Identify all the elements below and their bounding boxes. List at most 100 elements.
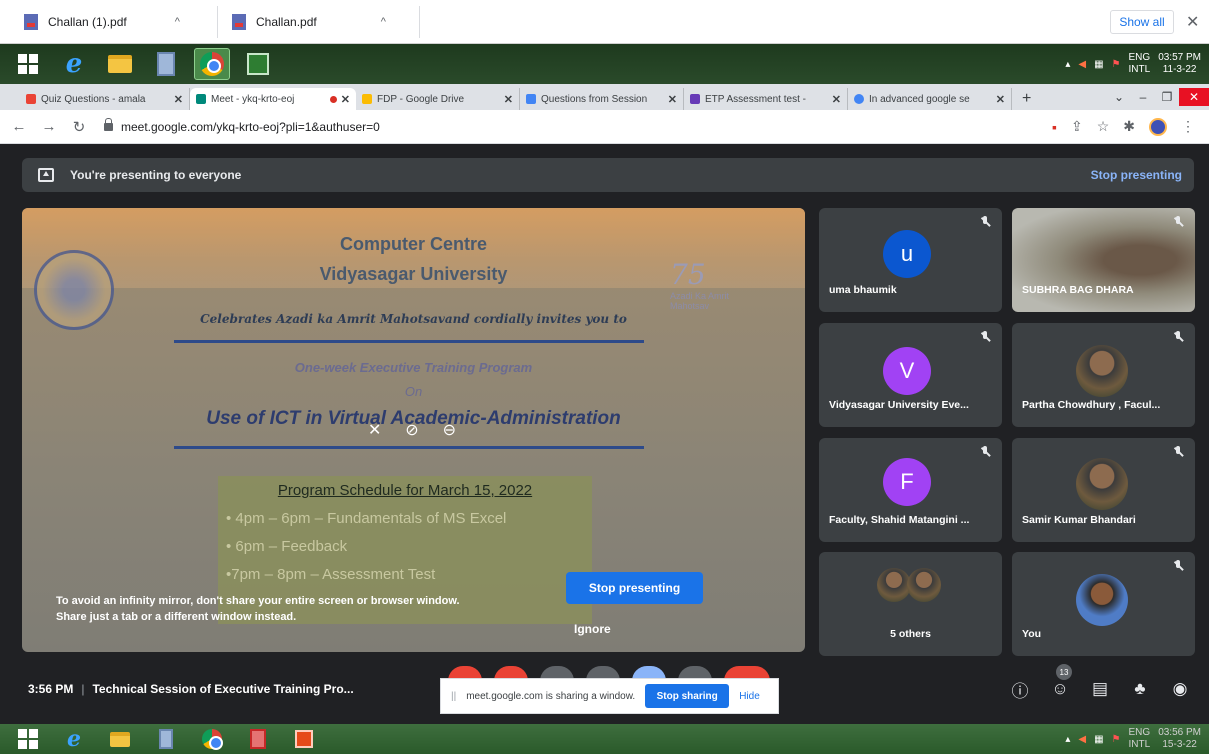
windows-start-icon[interactable] [10,726,46,752]
internet-explorer-icon[interactable]: e [56,48,92,80]
system-tray: ▴ ◀ ▦ ⚑ ENG INTL 03:57 PM 11-3-22 [1065,52,1201,76]
tab-google-search[interactable]: In advanced google se ✕ [848,88,1012,110]
participant-video-tile[interactable]: SUBHRA BAG DHARA [1012,208,1195,312]
pdf-viewer-icon[interactable] [240,726,276,752]
stop-presenting-link[interactable]: Stop presenting [1091,168,1182,182]
meeting-title: Technical Session of Executive Training … [92,682,354,696]
mic-off-icon [1173,560,1183,572]
minimize-icon[interactable]: – [1131,90,1155,104]
people-count-badge: 13 [1056,664,1072,680]
windows-taskbar: e ▴ ◀ ▦ ⚑ ENG INTL 03:57 PM 11-3-22 [0,44,1209,84]
close-icon[interactable]: ✕ [668,93,677,106]
present-screen-icon [38,168,54,182]
close-icon[interactable]: ✕ [174,93,183,106]
participant-name: Samir Kumar Bhandari [1022,514,1136,526]
volume-icon[interactable]: ◀ [1078,734,1086,745]
file-explorer-icon[interactable] [102,48,138,80]
stop-presenting-button[interactable]: Stop presenting [566,572,703,604]
tab-search-icon[interactable]: ⌄ [1107,90,1131,104]
close-icon[interactable]: ✕ [504,93,513,106]
activities-icon[interactable]: ♣ [1120,676,1160,702]
tab-questions-session[interactable]: Questions from Session ✕ [520,88,684,110]
participant-tile[interactable]: Partha Chowdhury , Facul... [1012,323,1195,427]
chrome-icon[interactable] [194,726,230,752]
translate-icon[interactable]: ▪ [1052,119,1057,135]
reload-icon[interactable]: ↻ [68,118,90,136]
participant-tile[interactable]: u uma bhaumik [819,208,1002,312]
remove-icon[interactable]: ⊖ [443,420,456,440]
chevron-up-icon[interactable]: ^ [175,16,180,28]
people-icon[interactable]: ☺ 13 [1040,664,1080,702]
close-icon[interactable]: ✕ [996,93,1005,106]
mic-off-icon [1173,446,1183,458]
participant-name: 5 others [890,628,931,640]
internet-explorer-icon[interactable]: e [56,726,92,752]
flag-icon[interactable]: ⚑ [1112,59,1121,70]
menu-icon[interactable]: ⋮ [1181,118,1195,135]
slide-title: Computer Centre [339,234,487,254]
tab-etp-assessment[interactable]: ETP Assessment test - ✕ [684,88,848,110]
self-tile[interactable]: You [1012,552,1195,656]
hide-button[interactable]: Hide [739,691,760,702]
tab-google-drive[interactable]: FDP - Google Drive ✕ [356,88,520,110]
drag-handle-icon[interactable]: || [451,691,456,702]
calculator-icon[interactable] [148,726,184,752]
restore-icon[interactable]: ❐ [1155,90,1179,104]
close-icon[interactable]: ✕ [1186,12,1199,32]
tab-quiz-questions[interactable]: Quiz Questions - amala ✕ [20,88,190,110]
others-tile[interactable]: 5 others [819,552,1002,656]
tray-arrow-icon[interactable]: ▴ [1065,59,1070,70]
close-icon[interactable]: ✕ [832,93,841,106]
new-tab-button[interactable]: + [1022,88,1031,110]
stop-sharing-button[interactable]: Stop sharing [645,684,730,708]
share-icon[interactable]: ⇪ [1071,118,1083,135]
flag-icon[interactable]: ⚑ [1112,734,1121,745]
windows-start-icon[interactable] [10,48,46,80]
participant-tile[interactable]: V Vidyasagar University Eve... [819,323,1002,427]
download-item[interactable]: Challan (1).pdf ^ [24,6,218,38]
pin-icon[interactable]: ✕ [368,420,381,440]
tray-arrow-icon[interactable]: ▴ [1065,734,1070,745]
network-icon[interactable]: ▦ [1094,734,1103,745]
network-icon[interactable]: ▦ [1094,59,1103,70]
address-bar: ← → ↻ meet.google.com/ykq-krto-eoj?pli=1… [0,110,1209,144]
url-input[interactable]: meet.google.com/ykq-krto-eoj?pli=1&authu… [104,114,1052,140]
tab-meet[interactable]: Meet - ykq-krto-eoj ✕ [190,88,356,110]
chat-icon[interactable]: ▤ [1080,676,1120,702]
host-controls-icon[interactable]: ◉ [1160,676,1200,702]
extensions-icon[interactable]: ✱ [1123,118,1135,135]
clock[interactable]: 03:57 PM 11-3-22 [1158,52,1201,76]
clock[interactable]: 03:56 PM 15-3-22 [1158,727,1201,751]
profile-avatar[interactable] [1149,117,1167,136]
close-icon[interactable]: ✕ [341,93,350,106]
mic-off-icon [980,216,990,228]
chrome-icon[interactable] [194,48,230,80]
file-explorer-icon[interactable] [102,726,138,752]
download-item[interactable]: Challan.pdf ^ [232,6,420,38]
app-icon[interactable] [286,726,322,752]
calculator-icon[interactable] [148,48,184,80]
language-indicator[interactable]: ENG INTL [1129,52,1151,76]
close-window-icon[interactable]: ✕ [1179,88,1209,106]
presentation-app-icon[interactable] [240,48,276,80]
schedule-item: • 6pm – Feedback [226,538,348,555]
bookmark-star-icon[interactable]: ☆ [1097,118,1110,135]
info-icon[interactable]: ⓘ [1000,676,1040,702]
mic-off-icon [980,446,990,458]
system-tray: ▴ ◀ ▦ ⚑ ENG INTL 03:56 PM 15-3-22 [1065,727,1201,751]
lock-icon[interactable] [104,117,113,131]
back-icon[interactable]: ← [8,118,30,135]
volume-icon[interactable]: ◀ [1078,59,1086,70]
google-drive-icon [362,94,372,104]
show-all-button[interactable]: Show all [1110,10,1174,34]
sharing-text: meet.google.com is sharing a window. [466,690,636,702]
chevron-up-icon[interactable]: ^ [381,16,386,28]
mute-audio-icon[interactable]: ⊘ [405,420,418,440]
ignore-button[interactable]: Ignore [574,622,614,636]
participant-name: You [1022,628,1042,640]
participant-tile[interactable]: Samir Kumar Bhandari [1012,438,1195,542]
forward-icon[interactable]: → [38,118,60,135]
participant-tile[interactable]: F Faculty, Shahid Matangini ... [819,438,1002,542]
slide-subtitle: Vidyasagar University [319,264,508,284]
language-indicator[interactable]: ENG INTL [1129,727,1151,751]
